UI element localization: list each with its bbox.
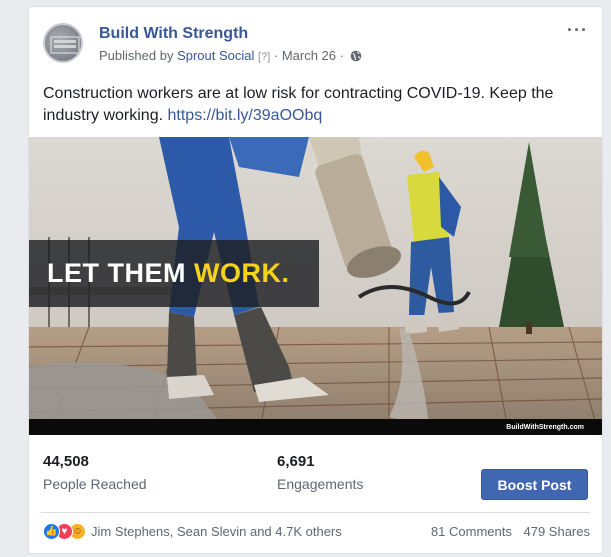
post-header: Build With Strength Published by Sprout … [43, 21, 592, 65]
engagement-counts: 81 Comments 479 Shares [431, 524, 590, 539]
post-insights: 44,508 People Reached 6,691 Engagements … [29, 435, 602, 511]
reaction-names[interactable]: Jim Stephens, Sean Slevin and 4.7K other… [91, 524, 342, 539]
image-watermark: BuildWithStrength.com [506, 424, 584, 431]
like-icon: 👍 [43, 523, 60, 540]
shares-count[interactable]: 479 Shares [524, 524, 591, 539]
page-avatar[interactable] [43, 23, 83, 63]
post-link[interactable]: https://bit.ly/39aOObq [168, 107, 323, 124]
engagements-label: Engagements [277, 476, 364, 492]
post-text: Construction workers are at low risk for… [43, 83, 591, 127]
publisher-help-tag[interactable]: [?] [258, 51, 270, 63]
page-name[interactable]: Build With Strength [99, 25, 248, 43]
publisher-link[interactable]: Sprout Social [177, 48, 254, 63]
avatar-logo [50, 36, 80, 54]
headline-highlight: WORK. [194, 258, 290, 288]
more-options-button[interactable]: ··· [567, 21, 588, 39]
headline-part1: LET THEM [47, 258, 194, 288]
post-card: Build With Strength Published by Sprout … [28, 6, 603, 554]
comments-count[interactable]: 81 Comments [431, 524, 512, 539]
post-date[interactable]: · March 26 · [274, 48, 344, 63]
people-reached-stat[interactable]: 44,508 People Reached [43, 453, 147, 492]
post-image[interactable]: LET THEM WORK. BuildWithStrength.com [29, 137, 602, 435]
globe-icon [350, 50, 361, 62]
post-byline: Published by Sprout Social [?] · March 2… [99, 48, 362, 63]
people-reached-value: 44,508 [43, 453, 89, 470]
engagements-stat[interactable]: 6,691 Engagements [277, 453, 363, 492]
published-by-label: Published by [99, 48, 174, 63]
reactions-bar: 👍 ♥ ☺ Jim Stephens, Sean Slevin and 4.7K… [43, 521, 590, 545]
boost-post-button[interactable]: Boost Post [481, 469, 588, 500]
engagements-value: 6,691 [277, 453, 315, 470]
people-reached-label: People Reached [43, 476, 147, 492]
divider [41, 512, 590, 513]
image-headline: LET THEM WORK. [47, 258, 289, 289]
reaction-icons[interactable]: 👍 ♥ ☺ [43, 523, 89, 541]
